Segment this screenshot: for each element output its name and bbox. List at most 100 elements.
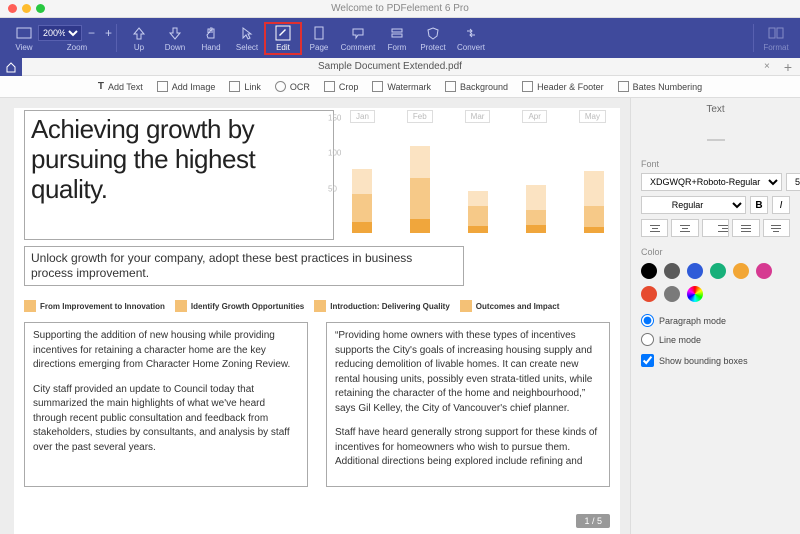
- home-tab[interactable]: [0, 58, 22, 76]
- tag-icon: [314, 300, 326, 312]
- form-icon: [389, 25, 405, 41]
- page-indicator: 1 / 5: [576, 514, 610, 528]
- arrow-down-icon: [167, 25, 183, 41]
- chart-month-label: May: [579, 110, 606, 123]
- edit-icon: [275, 25, 291, 41]
- tag-icon: [24, 300, 36, 312]
- align-center-button[interactable]: [671, 219, 698, 237]
- italic-button[interactable]: I: [772, 196, 790, 214]
- column-left[interactable]: Supporting the addition of new housing w…: [24, 322, 308, 487]
- link-icon: [229, 81, 240, 92]
- chart-bar: [584, 171, 604, 233]
- chart-ytick: 150: [328, 114, 341, 123]
- page-button[interactable]: Page: [301, 23, 337, 54]
- chart-bar: [526, 185, 546, 233]
- color-swatch[interactable]: [664, 263, 680, 279]
- zoom-select[interactable]: 200%: [38, 25, 82, 41]
- align-right-button[interactable]: [702, 219, 729, 237]
- header-footer-icon: [522, 81, 533, 92]
- zoom-control[interactable]: 200% − + Zoom: [42, 23, 112, 54]
- headline-text[interactable]: Achieving growth by pursuing the highest…: [24, 110, 334, 240]
- zoom-in-button[interactable]: +: [101, 26, 116, 40]
- font-family-select[interactable]: XDGWQR+Roboto-Regular: [641, 173, 782, 191]
- color-swatch[interactable]: [664, 286, 680, 302]
- image-icon: [157, 81, 168, 92]
- color-swatch[interactable]: [710, 263, 726, 279]
- home-icon: [5, 61, 17, 73]
- chart-bar: [352, 169, 372, 233]
- ocr-icon: [275, 81, 286, 92]
- protect-button[interactable]: Protect: [415, 23, 451, 54]
- close-tab-button[interactable]: ×: [758, 61, 776, 72]
- section-tag[interactable]: From Improvement to Innovation: [24, 300, 165, 312]
- watermark-icon: [372, 81, 383, 92]
- edit-button[interactable]: Edit: [265, 23, 301, 54]
- view-button[interactable]: View: [6, 23, 42, 54]
- chart-month-label: Jan: [350, 110, 375, 123]
- color-swatch[interactable]: [733, 263, 749, 279]
- section-tag[interactable]: Outcomes and Impact: [460, 300, 560, 312]
- header-footer-button[interactable]: Header & Footer: [522, 81, 604, 92]
- tag-icon: [175, 300, 187, 312]
- document-tab[interactable]: Sample Document Extended.pdf: [22, 61, 758, 72]
- format-button[interactable]: Format: [758, 23, 794, 54]
- section-tag[interactable]: Identify Growth Opportunities: [175, 300, 304, 312]
- up-button[interactable]: Up: [121, 23, 157, 54]
- color-swatch[interactable]: [687, 286, 703, 302]
- bold-button[interactable]: B: [750, 196, 768, 214]
- ocr-button[interactable]: OCR: [275, 81, 310, 92]
- panel-handle: [707, 139, 725, 141]
- convert-icon: [463, 25, 479, 41]
- font-style-select[interactable]: Regular: [641, 196, 746, 214]
- line-mode-radio[interactable]: Line mode: [641, 333, 790, 346]
- color-swatch[interactable]: [687, 263, 703, 279]
- color-section-label: Color: [641, 247, 790, 257]
- crop-button[interactable]: Crop: [324, 81, 359, 92]
- add-tab-button[interactable]: +: [776, 59, 800, 75]
- zoom-out-button[interactable]: −: [84, 26, 99, 40]
- chart-month-label: Feb: [407, 110, 433, 123]
- tab-bar: Sample Document Extended.pdf × +: [0, 58, 800, 76]
- bates-icon: [618, 81, 629, 92]
- down-button[interactable]: Down: [157, 23, 193, 54]
- properties-panel: Text Font XDGWQR+Roboto-Regular 5.0 Regu…: [630, 98, 800, 534]
- chart-ytick: 50: [328, 184, 337, 193]
- bates-numbering-button[interactable]: Bates Numbering: [618, 81, 703, 92]
- hand-icon: [203, 25, 219, 41]
- format-icon: [768, 25, 784, 41]
- align-justify-button[interactable]: [732, 219, 759, 237]
- bounding-boxes-checkbox[interactable]: Show bounding boxes: [641, 354, 790, 367]
- column-right[interactable]: “Providing home owners with these types …: [326, 322, 610, 487]
- paragraph-mode-radio[interactable]: Paragraph mode: [641, 314, 790, 327]
- main-toolbar: View 200% − + Zoom Up Down Hand Select E…: [0, 18, 800, 58]
- link-button[interactable]: Link: [229, 81, 261, 92]
- add-image-button[interactable]: Add Image: [157, 81, 216, 92]
- bar-chart: JanFebMarAprMay 50100150: [346, 110, 610, 240]
- color-swatch[interactable]: [756, 263, 772, 279]
- panel-title: Text: [641, 104, 790, 115]
- hand-button[interactable]: Hand: [193, 23, 229, 54]
- watermark-button[interactable]: Watermark: [372, 81, 431, 92]
- arrow-up-icon: [131, 25, 147, 41]
- align-left-button[interactable]: [641, 219, 668, 237]
- add-text-button[interactable]: TAdd Text: [98, 81, 143, 92]
- subheading-text[interactable]: Unlock growth for your company, adopt th…: [24, 246, 464, 286]
- cursor-icon: [239, 25, 255, 41]
- select-button[interactable]: Select: [229, 23, 265, 54]
- section-tag[interactable]: Introduction: Delivering Quality: [314, 300, 450, 312]
- separator: [116, 24, 117, 52]
- font-size-select[interactable]: 5.0: [786, 173, 800, 191]
- crop-icon: [324, 81, 335, 92]
- color-swatch[interactable]: [641, 263, 657, 279]
- background-button[interactable]: Background: [445, 81, 508, 92]
- convert-button[interactable]: Convert: [451, 23, 491, 54]
- document-pane[interactable]: Achieving growth by pursuing the highest…: [0, 98, 630, 534]
- background-icon: [445, 81, 456, 92]
- align-other-button[interactable]: [763, 219, 790, 237]
- chart-month-label: Apr: [522, 110, 546, 123]
- color-swatch[interactable]: [641, 286, 657, 302]
- separator: [753, 24, 754, 52]
- comment-button[interactable]: Comment: [337, 23, 379, 54]
- app-title: Welcome to PDFelement 6 Pro: [0, 3, 800, 14]
- form-button[interactable]: Form: [379, 23, 415, 54]
